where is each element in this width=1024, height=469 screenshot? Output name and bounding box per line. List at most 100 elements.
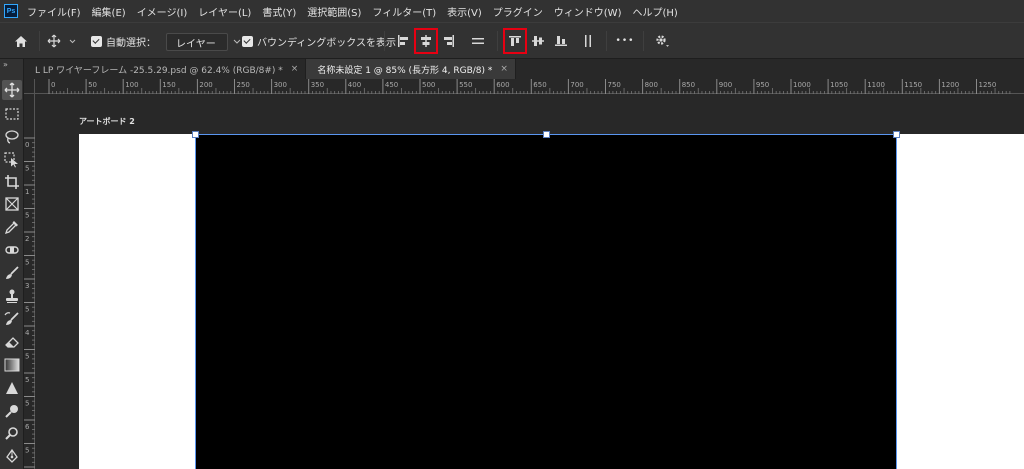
separator [39, 31, 40, 51]
healing-brush-tool[interactable] [2, 240, 22, 260]
ruler-label: 1000 [793, 81, 811, 89]
align-right-icon [444, 35, 454, 47]
show-bounding-box-label: バウンディングボックスを表示 [257, 37, 396, 49]
checkbox-checked [241, 35, 253, 47]
history-brush-tool[interactable] [2, 309, 22, 329]
dodge-tool[interactable] [2, 401, 22, 421]
ruler-label: 200 [199, 81, 212, 89]
tab-lp-wireframe[interactable]: L LP ワイヤーフレーム -25.5.29.psd @ 62.4% (RGB/… [24, 59, 307, 79]
align-vertical-center-icon [532, 36, 544, 46]
ruler-ticks: 051525354555657 [24, 137, 35, 468]
menu-window[interactable]: ウィンドウ(W) [554, 4, 622, 19]
more-options-button[interactable]: ••• [614, 23, 636, 59]
distribute-vertical-button[interactable] [578, 23, 598, 59]
ruler-label: 5 [25, 306, 29, 314]
ruler-label: 800 [645, 81, 658, 89]
ruler-label: 1150 [904, 81, 922, 89]
chevron-down-icon [233, 39, 241, 44]
horizontal-ruler[interactable]: 0 50 100 150 200 250 300 350 400 450 500 550 600 650 7… [35, 79, 1024, 94]
gradient-tool[interactable] [2, 355, 22, 375]
move-icon [47, 34, 76, 48]
tab-untitled-1[interactable]: 名称未設定 1 @ 85% (長方形 4, RGB/8) * × [306, 59, 516, 79]
brush-tool[interactable] [2, 263, 22, 283]
ruler-label: 450 [385, 81, 398, 89]
document-tabs: L LP ワイヤーフレーム -25.5.29.psd @ 62.4% (RGB/… [24, 59, 1024, 79]
ruler-label: 3 [25, 282, 29, 290]
lasso-icon [5, 130, 19, 144]
transform-handle-top-left[interactable] [192, 131, 199, 138]
close-icon[interactable]: × [500, 64, 508, 74]
pen-tool[interactable] [2, 446, 22, 466]
auto-select-target-dropdown[interactable]: レイヤー [166, 33, 241, 51]
ellipsis-icon: ••• [615, 36, 635, 46]
menu-image[interactable]: イメージ(I) [137, 4, 188, 19]
menu-layer[interactable]: レイヤー(L) [198, 4, 251, 19]
auto-select-checkbox[interactable] [90, 23, 102, 59]
move-icon [4, 82, 20, 98]
ruler-label: 50 [88, 81, 97, 89]
auto-select-label: 自動選択： [106, 37, 156, 49]
tools-panel: » [0, 59, 24, 469]
menu-view[interactable]: 表示(V) [447, 4, 482, 19]
show-bounding-box-checkbox[interactable] [241, 23, 253, 59]
ruler-label: 850 [682, 81, 695, 89]
rectangle-4-shape[interactable] [195, 134, 897, 469]
menu-filter[interactable]: フィルター(T) [372, 4, 436, 19]
menu-select[interactable]: 選択範囲(S) [307, 4, 361, 19]
align-left-edges-button[interactable] [394, 23, 412, 59]
menu-type[interactable]: 書式(Y) [262, 4, 296, 19]
object-selection-tool[interactable] [2, 150, 22, 170]
blur-tool[interactable] [2, 378, 22, 398]
settings-button[interactable] [652, 23, 672, 59]
transform-handle-top-right[interactable] [893, 131, 900, 138]
clone-stamp-tool[interactable] [2, 286, 22, 306]
frame-icon [5, 197, 19, 211]
align-bottom-edges-button[interactable] [552, 23, 570, 59]
menu-help[interactable]: ヘルプ(H) [632, 4, 677, 19]
menu-file[interactable]: ファイル(F) [27, 4, 81, 19]
align-right-edges-button[interactable] [440, 23, 458, 59]
ruler-label: 400 [348, 81, 361, 89]
ruler-label: 1100 [867, 81, 885, 89]
align-vertical-centers-button[interactable] [529, 23, 547, 59]
ruler-label: 5 [25, 400, 29, 408]
marquee-tool[interactable] [2, 104, 22, 124]
frame-tool[interactable] [2, 194, 22, 214]
separator [384, 31, 385, 51]
vertical-ruler[interactable]: 051525354555657 [24, 94, 35, 469]
transform-handle-top-center[interactable] [543, 131, 550, 138]
ruler-label: 5 [25, 376, 29, 384]
lasso-tool[interactable] [2, 127, 22, 147]
home-button[interactable] [12, 23, 30, 59]
photoshop-logo[interactable]: Ps [4, 4, 18, 18]
gear-icon [656, 35, 669, 47]
object-selection-icon [4, 152, 18, 168]
ruler-label: 4 [25, 329, 30, 337]
distribute-horizontal-button[interactable] [468, 23, 488, 59]
eyedropper-tool[interactable] [2, 217, 22, 237]
move-tool-preset-button[interactable] [46, 23, 76, 59]
move-tool[interactable] [2, 80, 22, 100]
eyedropper-icon [4, 221, 18, 235]
ruler-origin[interactable] [24, 79, 35, 94]
collapse-panel-icon[interactable]: » [3, 60, 8, 69]
tab-label: 名称未設定 1 @ 85% (長方形 4, RGB/8) * [317, 65, 493, 76]
menu-plugins[interactable]: プラグイン [493, 4, 543, 19]
dodge-icon [5, 405, 18, 418]
ruler-label: 2 [25, 235, 29, 243]
document-canvas[interactable]: アートボード 2 [35, 95, 1024, 469]
menu-edit[interactable]: 編集(E) [92, 4, 126, 19]
eraser-tool[interactable] [2, 332, 22, 352]
ruler-label: 650 [533, 81, 546, 89]
stamp-icon [6, 289, 18, 303]
crop-tool[interactable] [2, 172, 22, 192]
align-left-icon [398, 35, 408, 47]
artboard-label[interactable]: アートボード 2 [79, 116, 135, 127]
tab-label: L LP ワイヤーフレーム -25.5.29.psd @ 62.4% (RGB/… [35, 65, 283, 76]
ruler-label: 0 [25, 141, 29, 149]
zoom-tool[interactable] [2, 424, 22, 444]
close-icon[interactable]: × [291, 64, 299, 74]
ruler-label: 1050 [830, 81, 848, 89]
ruler-label: 750 [608, 81, 621, 89]
ruler-label: 6 [25, 423, 30, 431]
